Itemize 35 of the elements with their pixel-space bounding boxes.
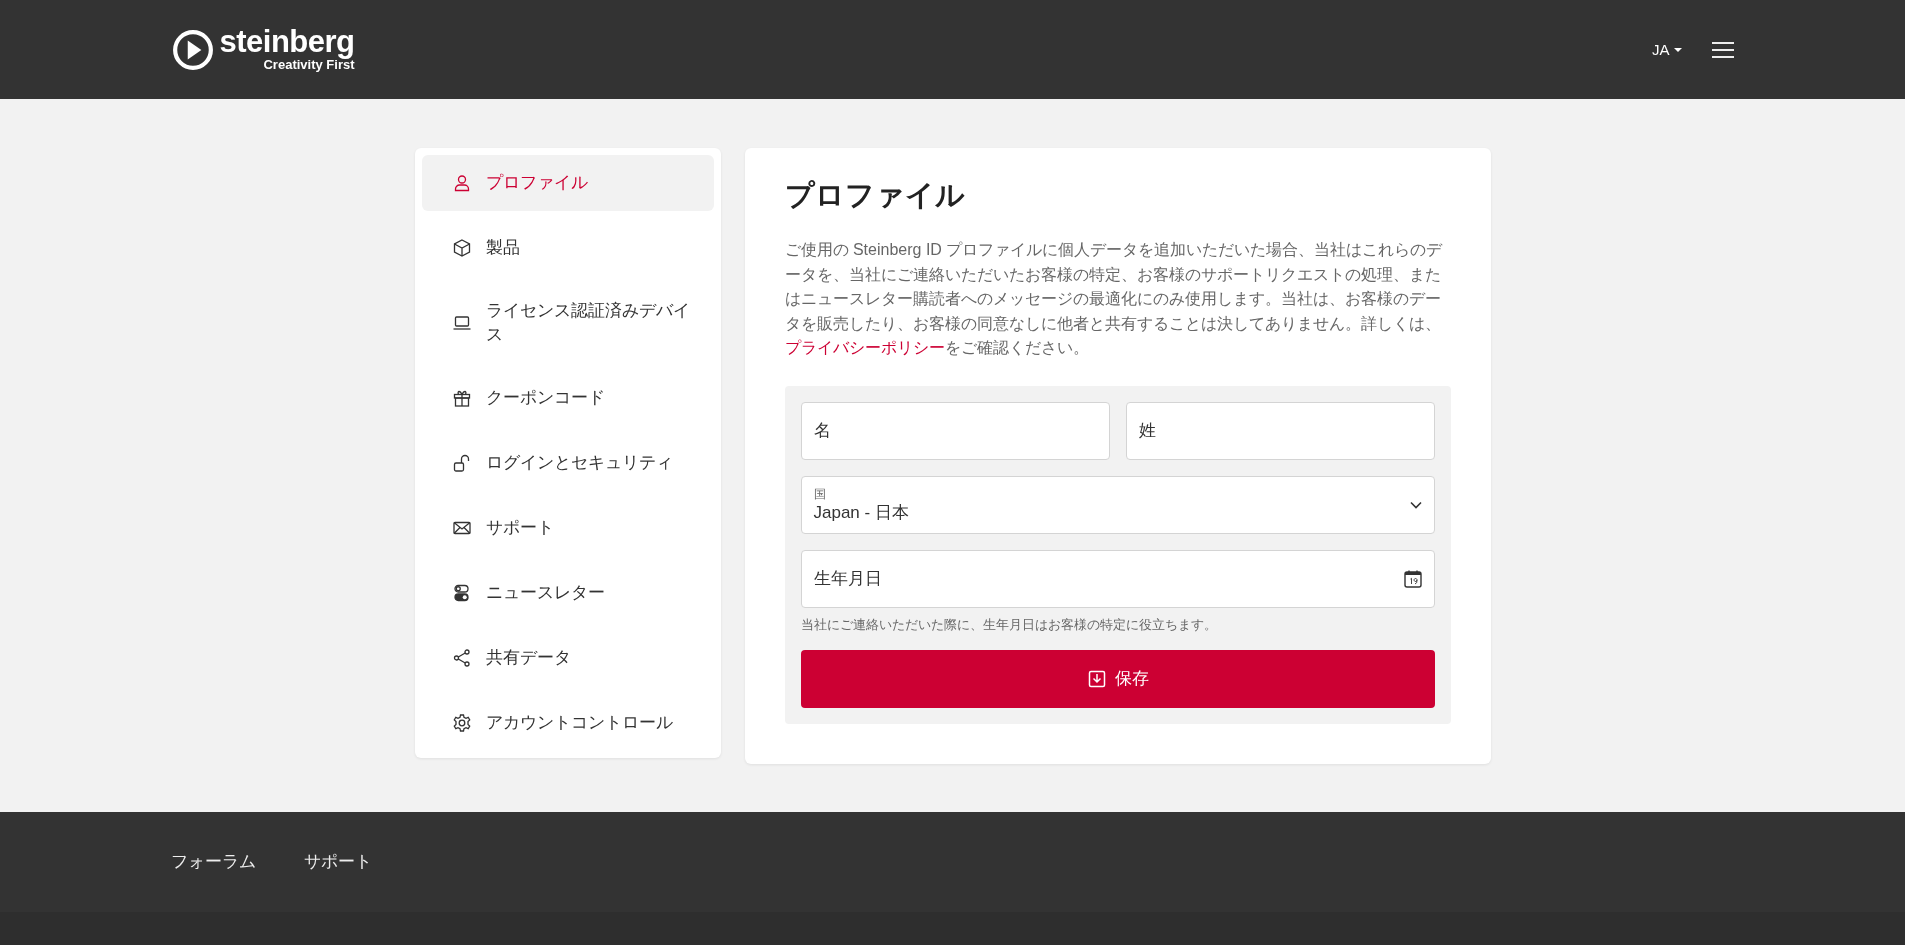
sidebar-item[interactable]: サポート bbox=[421, 500, 714, 556]
privacy-paragraph: ご使用の Steinberg ID プロファイルに個人データを追加いただいた場合、当社はこれらのデータを、当社にご連絡いただいたお客様の特定、お客様のサポートリクエストの処理、またはニュースレター購読者へのメッセージの最適化にのみ使用します。当社は、お客様のデータを販売したり、お客様の同意なしに他者と共有することは決してありません。詳しくは、 プライバシーポリシーをご確認ください。 bbox=[784, 240, 1444, 358]
sidebar-item[interactable]: ログインとセキュリティ bbox=[421, 435, 714, 491]
sidebar-item[interactable]: アカウントコントロール bbox=[421, 695, 714, 751]
first-name-field[interactable]: 名 bbox=[800, 401, 1110, 460]
birthday-field[interactable]: 生年月日 bbox=[800, 549, 1435, 608]
sidebar-item[interactable]: クーポンコード bbox=[421, 370, 714, 426]
gift-icon bbox=[451, 388, 472, 408]
page-title: プロファイル bbox=[784, 178, 966, 213]
sidebar-item[interactable]: プロファイル bbox=[421, 155, 714, 211]
calendar-icon bbox=[1402, 568, 1423, 589]
sidebar-item[interactable]: 共有データ bbox=[421, 630, 714, 686]
sidebar-item[interactable]: ライセンス認証済みデバイス bbox=[421, 285, 714, 361]
language-dropdown[interactable]: JA bbox=[1652, 41, 1682, 58]
last-name-field[interactable]: 姓 bbox=[1125, 401, 1435, 460]
menu-icon[interactable] bbox=[1711, 40, 1734, 59]
footer-link[interactable]: フォーラム bbox=[170, 850, 256, 873]
laptop-icon bbox=[451, 313, 472, 333]
birthday-hint: 当社にご連絡いただいた際に、生年月日はお客様の特定に役立ちます。 bbox=[800, 615, 1218, 634]
save-button[interactable]: 保存 bbox=[800, 649, 1435, 708]
chevron-down-icon bbox=[1409, 500, 1422, 509]
privacy-policy-link[interactable]: プライバシーポリシー bbox=[784, 339, 945, 356]
footer-link[interactable]: サポート bbox=[303, 850, 372, 873]
sidebar-item[interactable]: ニュースレター bbox=[421, 565, 714, 621]
settings-icon bbox=[451, 713, 472, 733]
toggle-icon bbox=[451, 583, 472, 603]
caret-icon bbox=[1673, 47, 1682, 52]
download-icon bbox=[1086, 668, 1107, 689]
sidebar-item[interactable]: 製品 bbox=[421, 220, 714, 276]
play-circle-logo-icon bbox=[171, 28, 214, 71]
unlocked-padlock-icon bbox=[451, 453, 472, 473]
country-select[interactable]: 国 Japan - 日本 bbox=[800, 475, 1435, 534]
brand-logo-text: steinberg bbox=[219, 27, 355, 57]
cube-icon bbox=[451, 238, 472, 258]
share-icon bbox=[451, 648, 472, 668]
